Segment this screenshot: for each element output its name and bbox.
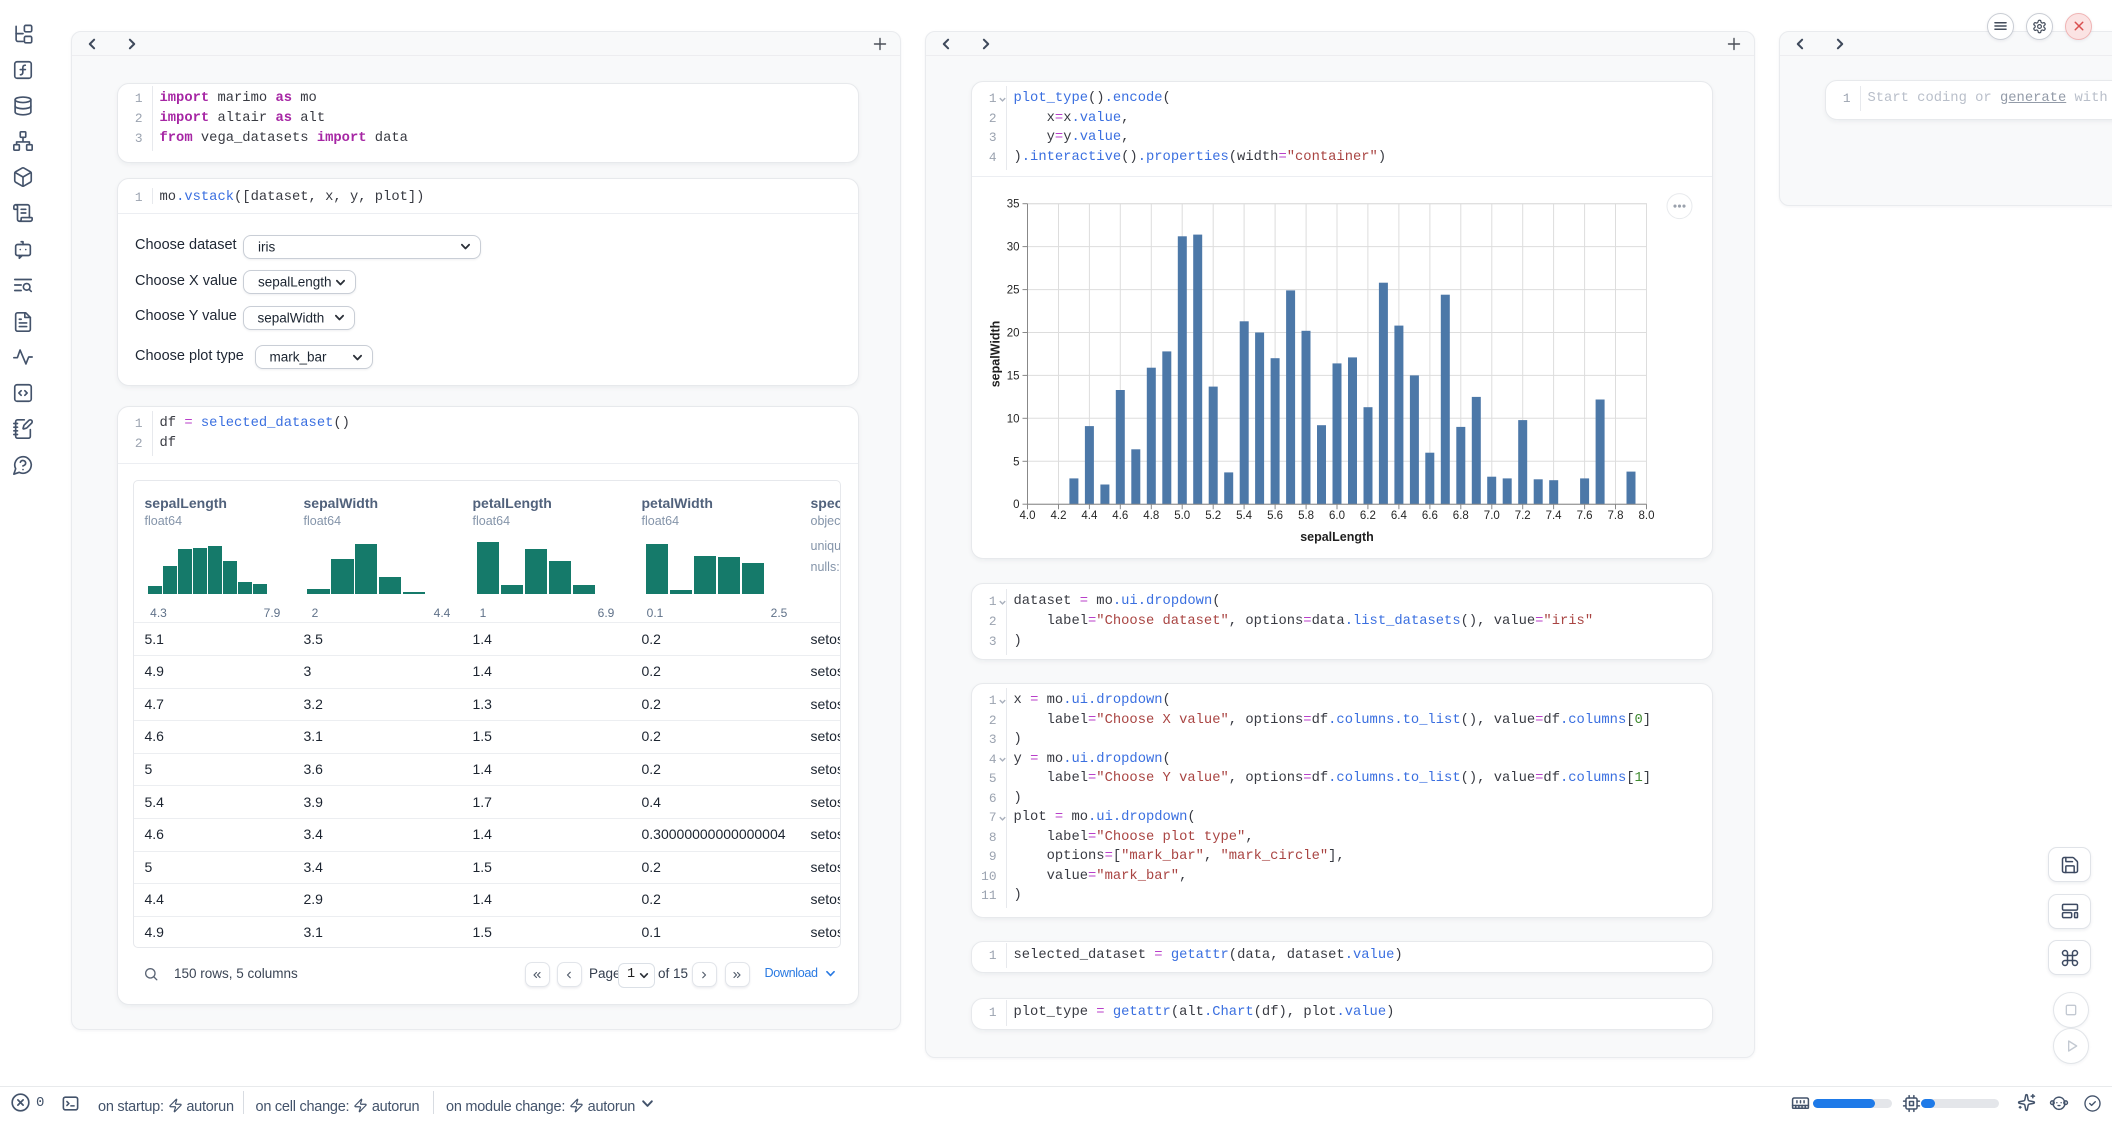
svg-text:4.0: 4.0	[1019, 510, 1035, 522]
svg-text:4.4: 4.4	[1081, 510, 1098, 522]
svg-text:20: 20	[1006, 328, 1019, 340]
svg-text:7.4: 7.4	[1545, 510, 1562, 522]
svg-text:35: 35	[1006, 199, 1019, 211]
svg-text:5.4: 5.4	[1236, 510, 1253, 522]
svg-text:6.2: 6.2	[1359, 510, 1375, 522]
svg-text:5.0: 5.0	[1174, 510, 1190, 522]
svg-text:4.8: 4.8	[1143, 510, 1159, 522]
svg-text:5.6: 5.6	[1267, 510, 1283, 522]
svg-text:7.0: 7.0	[1483, 510, 1499, 522]
svg-text:5.2: 5.2	[1205, 510, 1221, 522]
svg-text:7.2: 7.2	[1514, 510, 1530, 522]
svg-text:6.8: 6.8	[1452, 510, 1468, 522]
svg-text:10: 10	[1006, 414, 1019, 426]
svg-text:25: 25	[1006, 285, 1019, 297]
svg-text:7.8: 7.8	[1607, 510, 1623, 522]
svg-text:30: 30	[1006, 242, 1019, 254]
svg-text:6.6: 6.6	[1421, 510, 1437, 522]
svg-text:4.2: 4.2	[1050, 510, 1066, 522]
svg-text:7.6: 7.6	[1576, 510, 1592, 522]
svg-text:sepalWidth: sepalWidth	[988, 321, 1002, 388]
svg-text:6.0: 6.0	[1329, 510, 1345, 522]
svg-text:8.0: 8.0	[1638, 510, 1654, 522]
svg-text:sepalLength: sepalLength	[1300, 530, 1374, 544]
svg-text:5.8: 5.8	[1298, 510, 1314, 522]
svg-text:6.4: 6.4	[1390, 510, 1407, 522]
svg-text:0: 0	[1013, 499, 1019, 511]
svg-text:5: 5	[1013, 457, 1019, 469]
svg-text:15: 15	[1006, 371, 1019, 383]
svg-text:4.6: 4.6	[1112, 510, 1128, 522]
